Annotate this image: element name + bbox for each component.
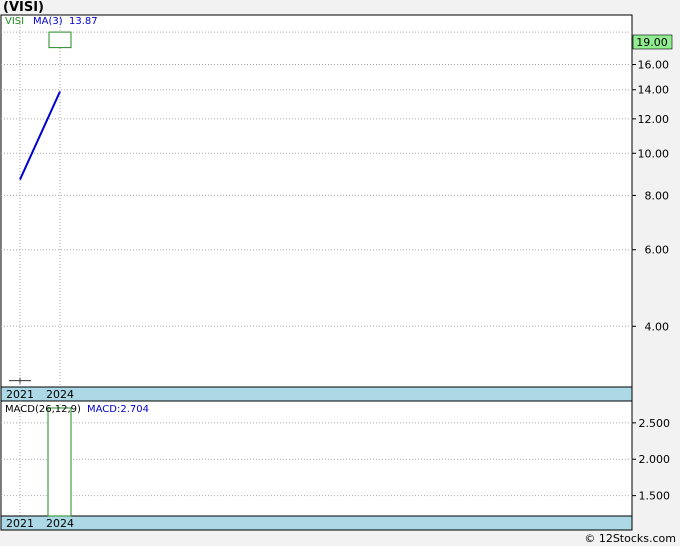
- price-x-tick-label: 2024: [46, 388, 74, 401]
- price-y-tick-label: 6.00: [645, 244, 670, 257]
- macd-y-tick-label: 1.500: [639, 490, 671, 503]
- macd-legend-value: MACD:2.704: [87, 404, 149, 415]
- price-bar: [48, 31, 72, 49]
- macd-x-axis-band: [0, 515, 633, 531]
- macd-x-tick-label: 2024: [46, 517, 74, 530]
- macd-plot-area: [0, 400, 633, 517]
- price-y-tick-label: 4.00: [645, 320, 670, 333]
- price-y-tick-label: 14.00: [638, 84, 670, 97]
- price-y-tick-label: 12.00: [638, 113, 670, 126]
- macd-y-ticks: 2.500 2.000 1.500: [632, 417, 670, 503]
- price-y-tick-label: 10.00: [638, 147, 670, 160]
- macd-y-tick-label: 2.500: [639, 417, 671, 430]
- legend-ma-label: MA(3): [33, 16, 63, 27]
- price-y-ticks: 16.00 14.00 12.00 10.00 8.00 6.00 4.00: [632, 59, 670, 333]
- macd-legend-label: MACD(26,12,9): [5, 404, 81, 415]
- watermark: © 12Stocks.com: [584, 532, 676, 545]
- price-y-tick-label: 16.00: [638, 59, 670, 72]
- macd-marks: [47, 407, 72, 517]
- legend-ticker: VISI: [5, 16, 24, 27]
- macd-y-tick-label: 2.000: [639, 453, 671, 466]
- price-plot-area: [0, 14, 633, 388]
- price-y-tick-label: 8.00: [645, 189, 670, 202]
- price-x-axis-band: [0, 386, 633, 402]
- price-x-tick-label: 2021: [6, 388, 34, 401]
- last-price-label: 19.00: [636, 36, 668, 49]
- macd-bar: [47, 407, 72, 517]
- macd-panel: 2021 2024 2.500 2.000 1.500 MACD(26,12,9) M…: [0, 400, 670, 531]
- macd-x-tick-label: 2021: [6, 517, 34, 530]
- price-panel: 2021 2024 16.00 14.00 12.00 10.00 8.00 6.00 4.0…: [0, 14, 673, 402]
- legend-ma-value: 13.87: [69, 16, 98, 27]
- stock-chart: 2021 2024 16.00 14.00 12.00 10.00 8.00 6.00 4.0…: [0, 14, 673, 531]
